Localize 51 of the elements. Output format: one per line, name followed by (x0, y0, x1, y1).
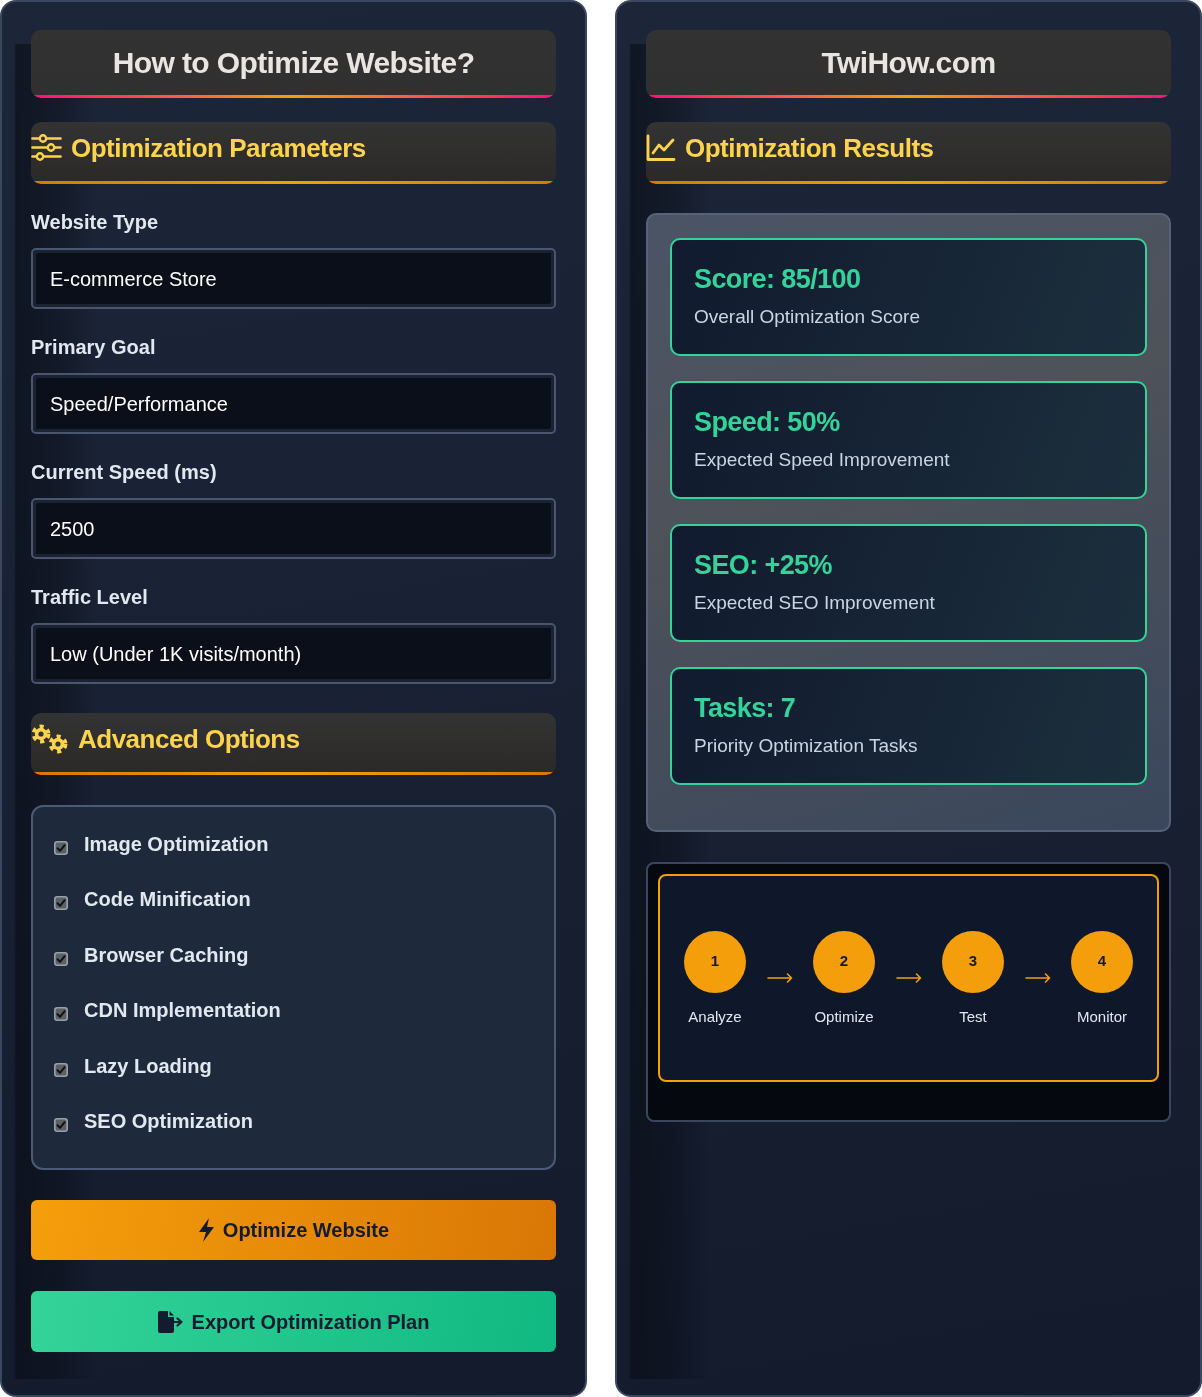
option-label: Browser Caching (84, 942, 249, 967)
input-field[interactable]: E-commerce Store (31, 248, 556, 309)
checkbox-icon[interactable] (54, 896, 68, 911)
result-value: Speed: 50% (694, 406, 841, 438)
result-value: Score: 85/100 (694, 263, 862, 295)
step-circle: 2 (813, 930, 875, 993)
section-title: Optimization Parameters (71, 131, 366, 164)
result-caption: Priority Optimization Tasks (694, 734, 919, 758)
field-label: Current Speed (ms) (31, 460, 218, 484)
page-title: TwiHow.com (821, 44, 996, 81)
checkbox-icon[interactable] (54, 1007, 68, 1022)
option-label: Image Optimization (84, 831, 269, 856)
field-label: Website Type (31, 210, 160, 234)
checkbox-icon[interactable] (54, 1062, 68, 1077)
field-label: Traffic Level (31, 585, 149, 609)
checkbox-icon[interactable] (54, 840, 68, 855)
arrow-icon (1024, 973, 1051, 983)
export-button[interactable]: Export Optimization Plan (31, 1291, 556, 1352)
step-circle: 3 (942, 930, 1004, 993)
gears-icon (31, 723, 69, 754)
arrow-icon (895, 973, 922, 983)
file-export-icon (157, 1310, 184, 1333)
page-title: How to Optimize Website? (112, 44, 475, 81)
option-label: Code Minification (84, 887, 251, 912)
checkbox-icon[interactable] (54, 951, 68, 966)
input-field[interactable]: Low (Under 1K visits/month) (31, 623, 556, 684)
result-value: Tasks: 7 (694, 692, 797, 724)
field-label: Primary Goal (31, 335, 157, 359)
step-circle: 4 (1071, 930, 1133, 993)
result-caption: Overall Optimization Score (694, 305, 921, 329)
sliders-icon (31, 134, 62, 161)
step-label: Monitor (1077, 1007, 1127, 1026)
line-chart-icon (646, 133, 676, 162)
step-label: Test (959, 1007, 987, 1026)
input-field[interactable]: Speed/Performance (31, 373, 556, 434)
option-label: CDN Implementation (84, 998, 281, 1023)
lightning-bolt-icon (197, 1218, 215, 1242)
checkbox-icon[interactable] (54, 1118, 68, 1133)
input-field[interactable]: 2500 (31, 498, 556, 559)
option-label: SEO Optimization (84, 1109, 253, 1134)
step-label: Optimize (814, 1007, 874, 1026)
section-title: Advanced Options (78, 722, 300, 755)
section-title: Optimization Results (685, 131, 934, 164)
result-caption: Expected Speed Improvement (694, 448, 951, 472)
step-circle: 1 (684, 930, 746, 993)
step-label: Analyze (688, 1007, 742, 1026)
result-caption: Expected SEO Improvement (694, 591, 936, 615)
optimize-button[interactable]: Optimize Website (31, 1200, 556, 1260)
option-label: Lazy Loading (84, 1053, 212, 1078)
arrow-icon (766, 973, 793, 983)
result-value: SEO: +25% (694, 549, 833, 581)
